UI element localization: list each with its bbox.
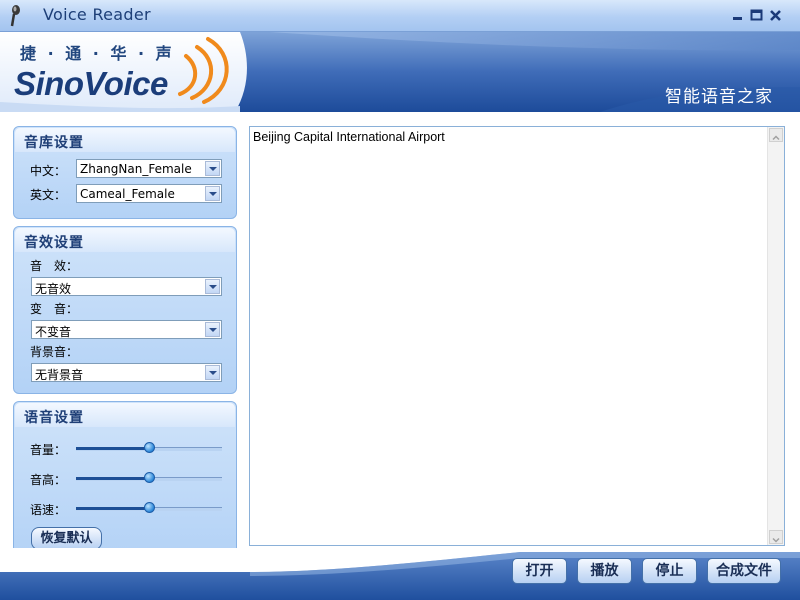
effect-select[interactable]: 无音效: [31, 277, 222, 296]
voice-library-panel: 音库设置 中文： ZhangNan_Female 英文： Cameal_Fema…: [13, 126, 237, 219]
pitch-label: 音高：: [30, 473, 67, 487]
play-button[interactable]: 播放: [577, 558, 632, 584]
voice-library-title: 音库设置: [24, 135, 84, 151]
title-bar[interactable]: Voice Reader: [0, 0, 800, 32]
scroll-down-button[interactable]: [769, 530, 783, 544]
volume-slider[interactable]: [76, 442, 222, 454]
synthesize-file-button[interactable]: 合成文件: [707, 558, 781, 584]
english-voice-select[interactable]: Cameal_Female: [76, 184, 222, 203]
minimize-button[interactable]: [730, 8, 745, 23]
open-button[interactable]: 打开: [512, 558, 567, 584]
volume-slider-handle[interactable]: [144, 442, 155, 453]
chevron-down-icon[interactable]: [205, 322, 220, 337]
microphone-icon: [10, 5, 20, 27]
pitch-slider-handle[interactable]: [144, 472, 155, 483]
logo-chinese: 捷 · 通 · 华 · 声: [20, 44, 175, 63]
chevron-down-icon[interactable]: [205, 186, 220, 201]
chinese-voice-label: 中文：: [30, 164, 67, 178]
background-sound-select[interactable]: 无背景音: [31, 363, 222, 382]
scroll-up-button[interactable]: [769, 128, 783, 142]
stop-button[interactable]: 停止: [642, 558, 697, 584]
chevron-down-icon: [772, 537, 780, 543]
reset-defaults-button[interactable]: 恢复默认: [31, 527, 102, 550]
sound-effects-panel: 音效设置 音 效： 无音效 变 音： 不变音 背景音： 无背景音: [13, 226, 237, 394]
window-title: Voice Reader: [43, 5, 151, 24]
chevron-up-icon: [772, 135, 780, 141]
pitch-slider[interactable]: [76, 472, 222, 484]
chinese-voice-select[interactable]: ZhangNan_Female: [76, 159, 222, 178]
background-sound-label: 背景音：: [30, 345, 79, 359]
logo-sinovoice: SinoVoice: [14, 65, 168, 102]
vertical-scrollbar[interactable]: [767, 127, 784, 545]
english-voice-label: 英文：: [30, 188, 67, 202]
speed-label: 语速：: [30, 503, 67, 517]
banner-slogan: 智能语音之家: [665, 87, 773, 107]
bottom-action-bar: 打开 播放 停止 合成文件: [0, 548, 800, 600]
voice-settings-panel: 语音设置 音量： 音高： 语速： 恢复默认: [13, 401, 237, 561]
pitch-shift-label: 变 音：: [30, 302, 79, 316]
chevron-down-icon[interactable]: [205, 279, 220, 294]
volume-label: 音量：: [30, 443, 67, 457]
text-input-area[interactable]: Beijing Capital International Airport: [249, 126, 785, 546]
close-button[interactable]: [768, 8, 783, 23]
speed-slider-handle[interactable]: [144, 502, 155, 513]
effect-label: 音 效：: [30, 259, 79, 273]
pitch-shift-select[interactable]: 不变音: [31, 320, 222, 339]
chevron-down-icon[interactable]: [205, 161, 220, 176]
text-content[interactable]: Beijing Capital International Airport: [253, 130, 445, 144]
chevron-down-icon[interactable]: [205, 365, 220, 380]
banner: 捷 · 通 · 华 · 声 SinoVoice 智能语音之家: [0, 32, 800, 112]
voice-settings-title: 语音设置: [24, 410, 84, 426]
sound-effects-title: 音效设置: [24, 235, 84, 251]
maximize-button[interactable]: [749, 8, 764, 23]
speed-slider[interactable]: [76, 502, 222, 514]
